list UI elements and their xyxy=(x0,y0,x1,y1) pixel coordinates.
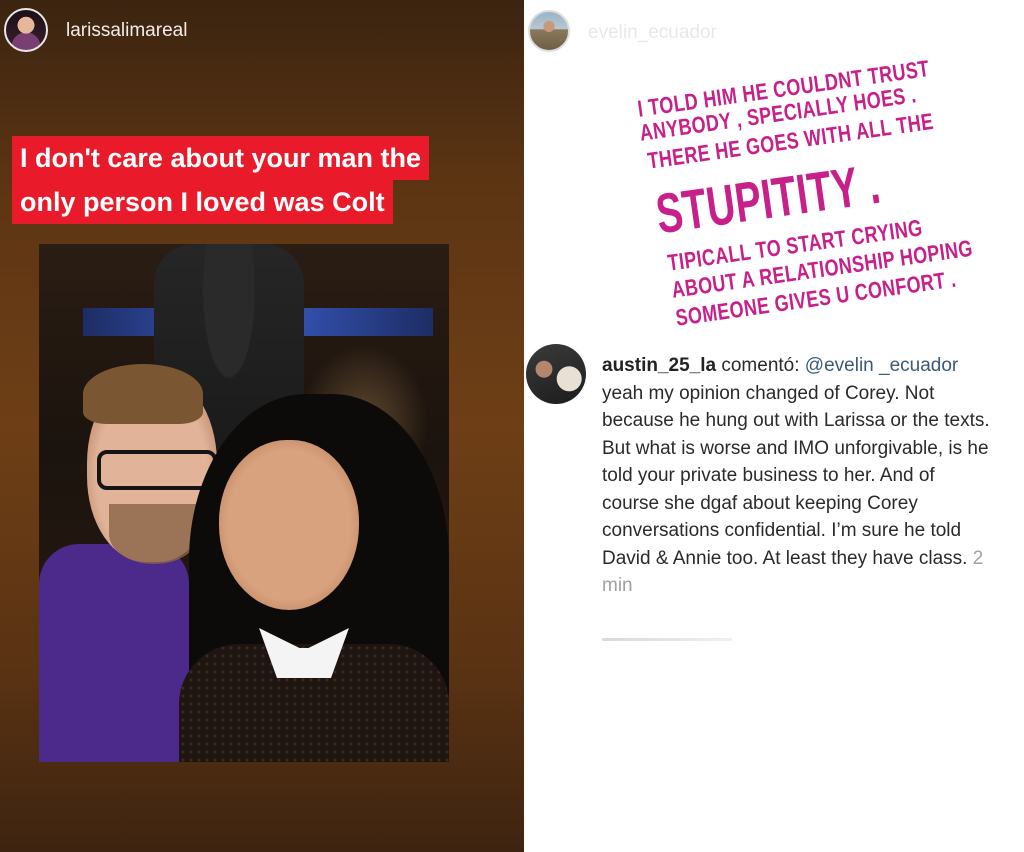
handwritten-quote: I TOLD HIM HE COULDNT TRUST ANYBODY , SP… xyxy=(524,0,1024,340)
man-hair xyxy=(83,364,203,424)
comment-verb: comentó: xyxy=(721,355,800,376)
faded-reply-line xyxy=(602,638,732,641)
selfie-photo xyxy=(39,244,449,762)
commenter-avatar[interactable] xyxy=(526,344,586,404)
left-story-panel: larissalimareal I don't care about your … xyxy=(0,0,524,852)
glasses xyxy=(97,450,217,490)
man-beard xyxy=(109,504,199,564)
comment-text: austin_25_la comentó: @evelin _ecuador y… xyxy=(602,352,992,600)
caption-line-2: only person I loved was Colt xyxy=(12,180,393,224)
comment-body: yeah my opinion changed of Corey. Not be… xyxy=(602,382,990,569)
left-username[interactable]: larissalimareal xyxy=(66,20,187,42)
woman-face xyxy=(219,440,359,610)
caption-line-1: I don't care about your man the xyxy=(12,136,429,180)
commenter-username[interactable]: austin_25_la xyxy=(602,355,716,376)
comment-mention[interactable]: @evelin _ecuador xyxy=(805,355,958,376)
left-story-header: larissalimareal xyxy=(0,0,524,70)
left-profile-avatar[interactable] xyxy=(4,8,48,52)
story-caption: I don't care about your man the only per… xyxy=(12,136,429,224)
man-shirt xyxy=(39,544,189,762)
right-story-panel: evelin_ecuador I TOLD HIM HE COULDNT TRU… xyxy=(524,0,1024,852)
comment: austin_25_la comentó: @evelin _ecuador y… xyxy=(524,344,1024,644)
